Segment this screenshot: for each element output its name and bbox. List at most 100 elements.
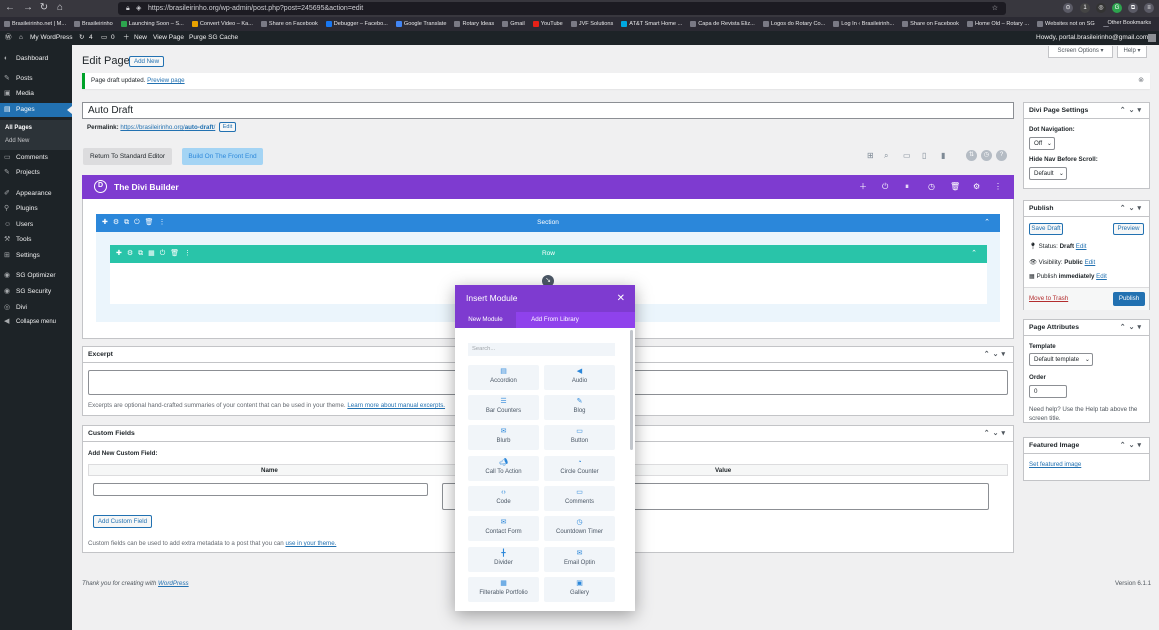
add-custom-field-button[interactable]: Add Custom Field xyxy=(93,515,152,528)
bookmark[interactable]: Gmail xyxy=(502,21,525,27)
portability-icon[interactable]: ⇅ xyxy=(966,150,977,161)
box-controls[interactable]: ⌃⌄▾ xyxy=(1120,438,1144,454)
publish-header[interactable]: Publish ⌃⌄▾ xyxy=(1024,201,1149,217)
module-call-to-action[interactable]: 📣︎ Call To Action xyxy=(468,456,539,481)
help-button[interactable]: Help ▾ xyxy=(1117,46,1147,58)
zoom-icon[interactable]: ⌕ xyxy=(884,151,888,161)
add-icon[interactable]: ＋ xyxy=(859,175,867,199)
site-name-link[interactable]: My WordPress xyxy=(30,31,73,45)
bookmark[interactable]: Share on Facebook xyxy=(902,21,959,27)
preview-button[interactable]: Preview xyxy=(1113,223,1144,235)
divi-settings-header[interactable]: Divi Page Settings ⌃⌄▾ xyxy=(1024,103,1149,119)
module-code[interactable]: ‹› Code xyxy=(468,486,539,511)
order-input[interactable]: 0 xyxy=(1029,385,1067,398)
sidebar-item-users[interactable]: ☺ Users xyxy=(0,218,72,232)
bookmark[interactable]: Share on Facebook xyxy=(260,21,318,27)
module-audio[interactable]: ◀ Audio xyxy=(544,365,615,390)
box-controls[interactable]: ⌃⌄▾ xyxy=(1120,201,1144,217)
module-circle-counter[interactable]: ◔ Circle Counter xyxy=(544,456,615,481)
howdy-user[interactable]: Howdy, portal.brasileirinho@gmail.com xyxy=(1036,31,1148,45)
back-icon[interactable]: ← xyxy=(4,2,16,13)
featured-image-header[interactable]: Featured Image ⌃⌄▾ xyxy=(1024,438,1149,454)
module-gallery[interactable]: ▣ Gallery xyxy=(544,577,615,602)
bookmark[interactable]: Debugger – Facebo... xyxy=(325,21,388,27)
box-controls[interactable]: ⌃⌄▾ xyxy=(984,347,1008,363)
extensions-menu-icon[interactable]: ⧉ xyxy=(1128,3,1138,13)
sidebar-item-plugins[interactable]: ⚲ Plugins xyxy=(0,202,72,216)
sidebar-item-dashboard[interactable]: ◐ Dashboard xyxy=(0,52,72,66)
box-controls[interactable]: ⌃⌄▾ xyxy=(984,426,1008,442)
trash-icon[interactable]: 🗑︎ xyxy=(950,175,960,199)
new-link[interactable]: New xyxy=(134,31,147,45)
history-icon[interactable]: ◷ xyxy=(981,150,992,161)
module-accordion[interactable]: ▤ Accordion xyxy=(468,365,539,390)
bookmark[interactable]: Brasileirinho xyxy=(74,21,113,27)
extension-icon[interactable]: ⊙ xyxy=(1063,3,1073,13)
modal-scrollbar[interactable] xyxy=(630,330,633,450)
sidebar-item-pages[interactable]: ▤ Pages xyxy=(0,103,72,117)
module-email-optin[interactable]: ✉ Email Optin xyxy=(544,547,615,572)
bookmark[interactable]: Brasileirinho.net | M... xyxy=(4,21,66,27)
dot-nav-select[interactable]: Off ⌄ xyxy=(1029,137,1055,150)
wordpress-logo-icon[interactable]: Ⓦ xyxy=(5,31,12,45)
row-controls[interactable]: ✚⚙⧉▦⏻🗑︎⋮ xyxy=(116,245,196,263)
bookmark[interactable]: AT&T Smart Home ... xyxy=(621,21,682,27)
bookmark[interactable]: Google Translate xyxy=(395,21,446,27)
build-front-end-button[interactable]: Build On The Front End xyxy=(182,148,263,165)
module-blurb[interactable]: ✉ Blurb xyxy=(468,425,539,450)
screen-options-button[interactable]: Screen Options ▾ xyxy=(1048,46,1113,58)
bookmark[interactable]: Capa de Revista Eliz... xyxy=(690,21,755,27)
home-icon[interactable]: ⌂ xyxy=(54,2,66,13)
comments-icon[interactable]: ▭ xyxy=(101,31,107,45)
sidebar-item-divi[interactable]: ◎ Divi xyxy=(0,301,72,315)
bookmark[interactable]: Convert Video – Ka... xyxy=(191,21,253,27)
dismiss-icon[interactable]: ⊗ xyxy=(1138,73,1144,89)
add-new-button[interactable]: Add New xyxy=(129,56,164,67)
module-comments[interactable]: ▭ Comments xyxy=(544,486,615,511)
module-filterable-portfolio[interactable]: ▦ Filterable Portfolio xyxy=(468,577,539,602)
extension-icon[interactable]: 1 xyxy=(1080,3,1090,13)
section-controls[interactable]: ✚⚙⧉⏻🗑︎⋮ xyxy=(102,214,171,232)
permalink-edit-button[interactable]: Edit xyxy=(219,122,236,132)
preview-page-link[interactable]: Preview page xyxy=(147,77,185,84)
publish-button[interactable]: Publish xyxy=(1113,292,1145,306)
bookmark[interactable]: Logos do Rotary Co... xyxy=(762,21,825,27)
sidebar-item-collapse[interactable]: ◀ Collapse menu xyxy=(0,315,72,329)
wordpress-link[interactable]: WordPress xyxy=(158,580,189,587)
desktop-icon[interactable]: ▭ xyxy=(903,151,911,160)
template-select[interactable]: Default template ⌄ xyxy=(1029,353,1093,366)
set-featured-image-link[interactable]: Set featured image xyxy=(1029,461,1081,468)
bookmark[interactable]: Log In ‹ Brasileirinh... xyxy=(833,21,894,27)
extension-icon[interactable]: ◎ xyxy=(1096,3,1106,13)
visibility-edit-link[interactable]: Edit xyxy=(1085,259,1096,266)
bookmark[interactable]: Rotary Ideas xyxy=(454,21,494,27)
extension-icon[interactable]: G xyxy=(1112,3,1122,13)
box-controls[interactable]: ⌃⌄▾ xyxy=(1120,320,1144,336)
return-standard-editor-button[interactable]: Return To Standard Editor xyxy=(83,148,172,165)
submenu-all-pages[interactable]: All Pages xyxy=(0,122,72,134)
sidebar-item-appearance[interactable]: ✐ Appearance xyxy=(0,187,72,201)
help-icon[interactable]: ? xyxy=(996,150,1007,161)
schedule-edit-link[interactable]: Edit xyxy=(1096,273,1107,280)
menu-icon[interactable]: ≡ xyxy=(1144,3,1154,13)
module-contact-form[interactable]: ✉ Contact Form xyxy=(468,516,539,541)
sidebar-item-sg-optimizer[interactable]: ◉ SG Optimizer xyxy=(0,269,72,283)
sidebar-item-settings[interactable]: ⊞ Settings xyxy=(0,249,72,263)
sidebar-item-media[interactable]: ▣ Media xyxy=(0,87,72,101)
reload-icon[interactable]: ↻ xyxy=(38,2,50,13)
collapse-icon[interactable]: ⌃ xyxy=(984,214,995,232)
history-icon[interactable]: ◷ xyxy=(928,175,935,199)
power-icon[interactable]: ⏻ xyxy=(882,175,888,199)
move-to-trash-link[interactable]: Move to Trash xyxy=(1029,295,1068,302)
sidebar-item-sg-security[interactable]: ◉ SG Security xyxy=(0,285,72,299)
collapse-icon[interactable]: ⌃ xyxy=(971,245,982,263)
status-edit-link[interactable]: Edit xyxy=(1076,243,1087,250)
hide-nav-select[interactable]: Default ⌄ xyxy=(1029,167,1067,180)
view-page-link[interactable]: View Page xyxy=(153,31,184,45)
wireframe-icon[interactable]: ⊞ xyxy=(867,151,874,160)
bookmark[interactable]: JVF Solutions xyxy=(570,21,613,27)
module-divider[interactable]: ╋ Divider xyxy=(468,547,539,572)
bookmark-star-icon[interactable]: ☆ xyxy=(992,2,998,15)
box-controls[interactable]: ⌃⌄▾ xyxy=(1120,103,1144,119)
tab-new-module[interactable]: New Module xyxy=(455,312,516,328)
